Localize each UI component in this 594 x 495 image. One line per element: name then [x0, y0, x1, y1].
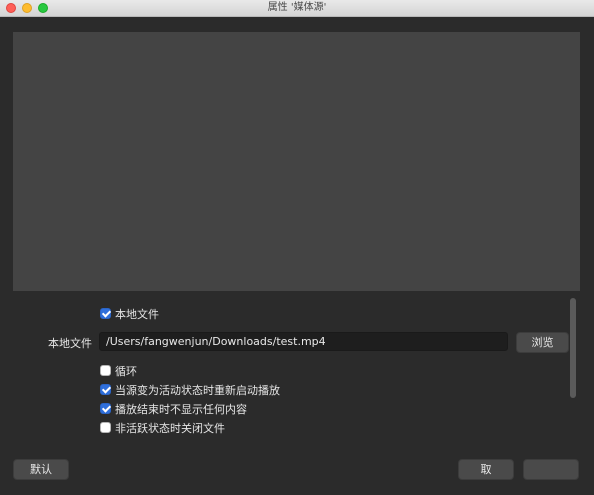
cancel-button[interactable]: 取	[458, 459, 514, 480]
restart-on-activate-label: 当源变为活动状态时重新启动播放	[115, 384, 280, 397]
local-file-checkbox-label: 本地文件	[115, 308, 159, 321]
local-file-checkbox[interactable]	[100, 308, 111, 319]
loop-checkbox-label: 循环	[115, 365, 137, 378]
restart-on-activate-checkbox[interactable]	[100, 384, 111, 395]
ok-button[interactable]	[523, 459, 579, 480]
close-when-inactive-label: 非活跃状态时关闭文件	[115, 422, 225, 435]
media-preview-area	[13, 32, 580, 291]
scrollbar-thumb[interactable]	[570, 298, 576, 398]
browse-button[interactable]: 浏览	[516, 332, 569, 353]
defaults-button[interactable]: 默认	[13, 459, 69, 480]
close-when-inactive-checkbox[interactable]	[100, 422, 111, 433]
window-title: 属性 '媒体源'	[267, 2, 327, 13]
hide-when-ended-label: 播放结束时不显示任何内容	[115, 403, 247, 416]
title-bar: 属性 '媒体源'	[0, 0, 594, 17]
hide-when-ended-checkbox[interactable]	[100, 403, 111, 414]
local-file-path-input[interactable]	[99, 332, 508, 351]
loop-checkbox[interactable]	[100, 365, 111, 376]
properties-scrollbar[interactable]	[569, 298, 577, 398]
local-file-field-label: 本地文件	[48, 337, 92, 350]
